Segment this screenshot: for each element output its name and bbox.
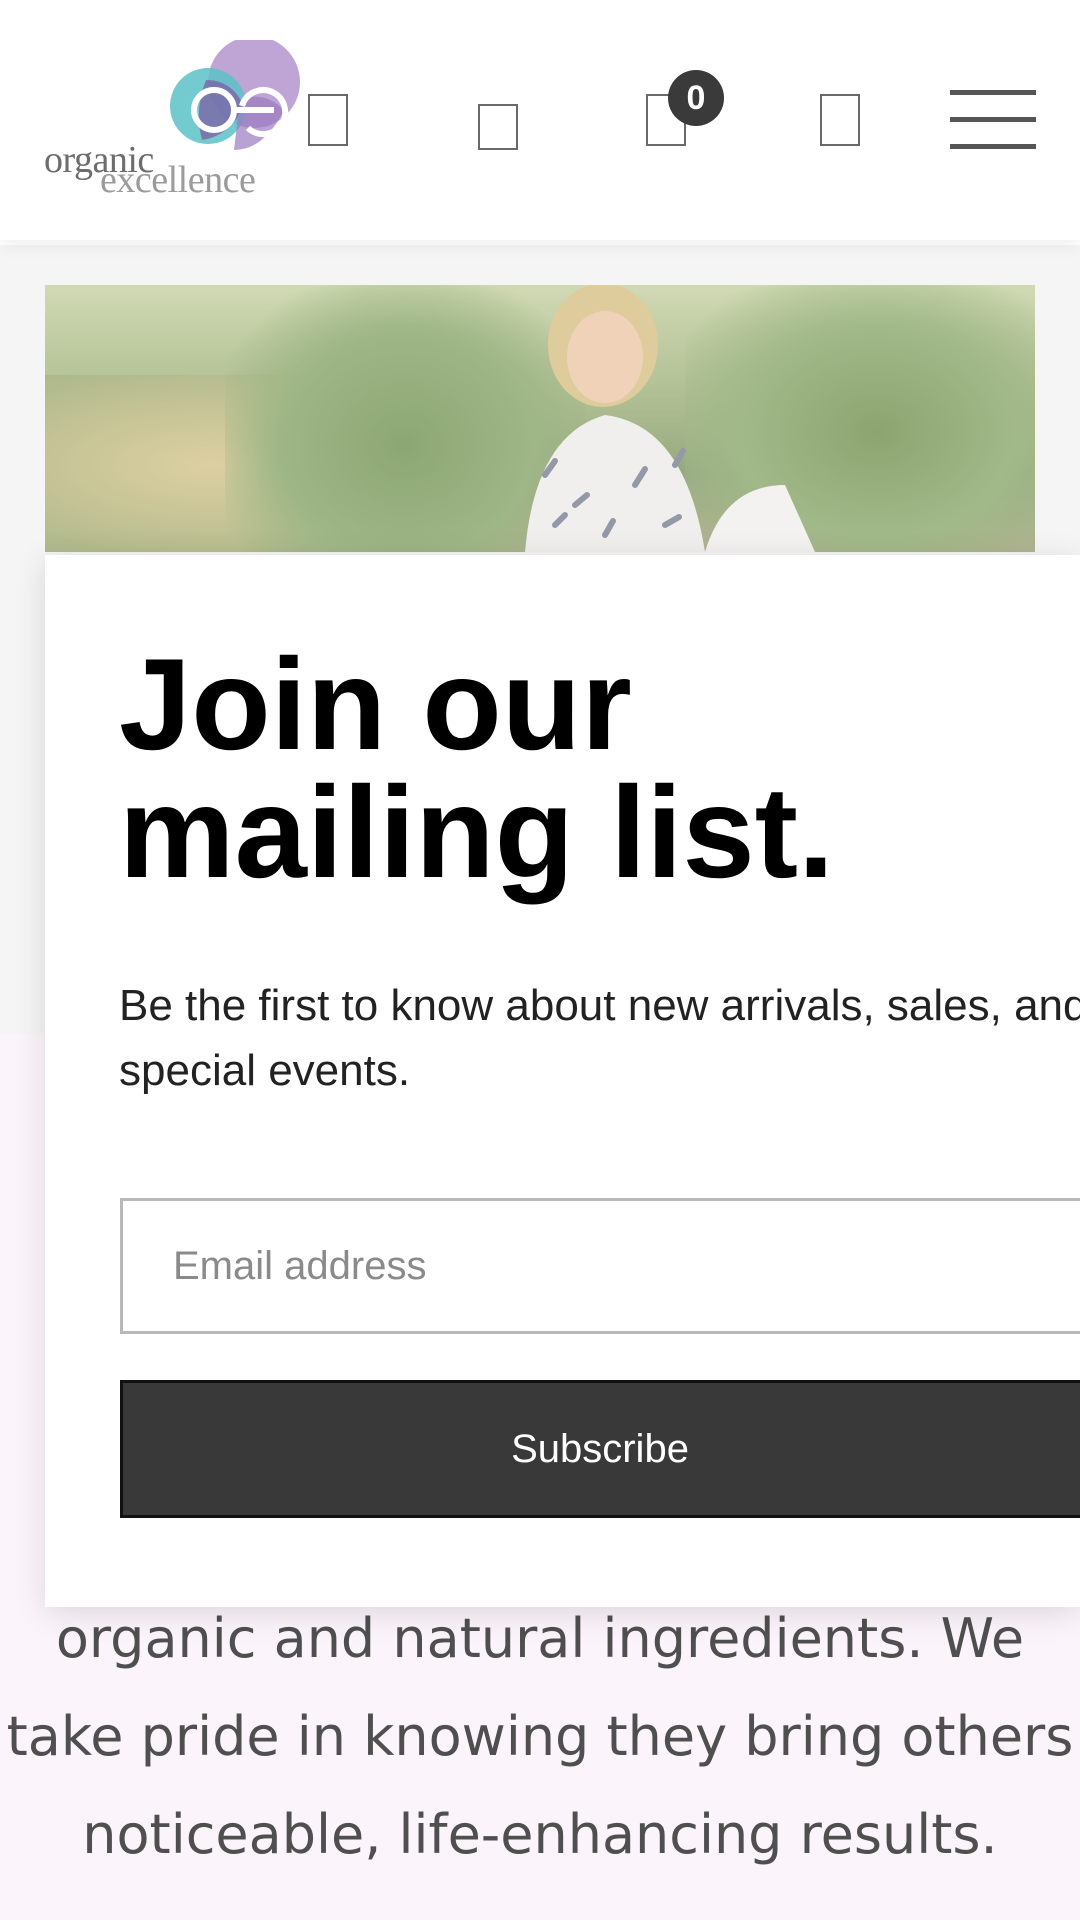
site-header: organic excellence 0 (0, 0, 1080, 240)
hero-image (45, 285, 1035, 552)
email-input[interactable] (120, 1198, 1080, 1334)
logo-mark-icon (170, 40, 300, 150)
hamburger-menu-icon[interactable] (950, 90, 1036, 150)
newsletter-popup: Join our mailing list. Be the first to k… (45, 555, 1080, 1607)
cart-count-badge: 0 (668, 70, 724, 126)
brand-logo[interactable]: organic excellence (44, 40, 300, 201)
search-icon[interactable] (308, 94, 348, 146)
about-text: organic and natural ingredients. We take… (6, 1607, 1074, 1866)
wishlist-icon[interactable] (820, 94, 860, 146)
account-icon[interactable] (478, 104, 518, 150)
founder-photo (525, 285, 815, 552)
popup-subtitle: Be the first to know about new arrivals,… (119, 981, 1080, 1095)
logo-text-excellence: excellence (100, 159, 256, 201)
popup-title: Join our mailing list. (119, 631, 835, 905)
subscribe-button[interactable]: Subscribe (120, 1380, 1080, 1518)
